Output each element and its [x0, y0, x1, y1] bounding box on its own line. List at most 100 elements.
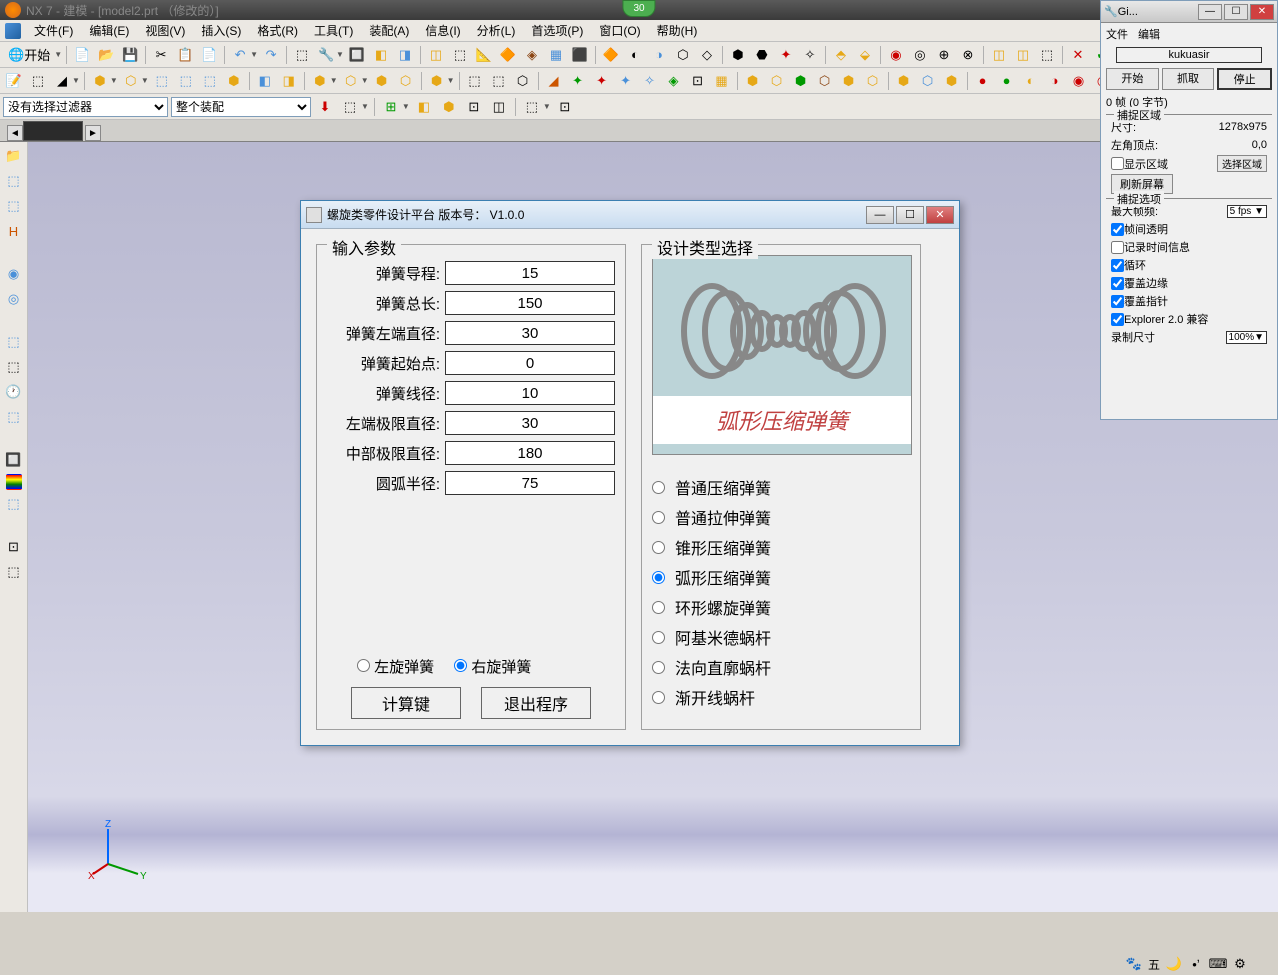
param-input-6[interactable]	[445, 441, 615, 465]
tb1-d[interactable]: ◧	[370, 44, 392, 66]
calc-button[interactable]: 计算键	[351, 687, 461, 719]
cap-opt3-check[interactable]	[1111, 259, 1124, 272]
cap-opt5-check[interactable]	[1111, 295, 1124, 308]
menu-prefs[interactable]: 首选项(P)	[531, 22, 583, 39]
tb2-c[interactable]: ⬡	[120, 70, 142, 92]
param-input-3[interactable]	[445, 351, 615, 375]
fb-c[interactable]: ⊞	[380, 96, 402, 118]
tb2-ad[interactable]: ⬢	[838, 70, 860, 92]
start-button[interactable]: 🌐 开始	[3, 44, 55, 66]
new-icon[interactable]: 📄	[71, 44, 93, 66]
type-radio-3[interactable]	[652, 571, 665, 584]
tb2-r[interactable]: ◢	[543, 70, 565, 92]
side-palette-icon[interactable]	[6, 474, 22, 490]
tb2-aa[interactable]: ⬡	[766, 70, 788, 92]
tb2-z[interactable]: ⬢	[742, 70, 764, 92]
tb1-e[interactable]: ◨	[394, 44, 416, 66]
right-spin-radio[interactable]: 右旋弹簧	[454, 656, 531, 677]
tb1-m[interactable]: 🔶	[600, 44, 622, 66]
menu-analysis[interactable]: 分析(L)	[477, 22, 516, 39]
assembly-select[interactable]: 整个装配	[171, 97, 311, 117]
param-input-2[interactable]	[445, 321, 615, 345]
status-paw-icon[interactable]: 🐾	[1126, 956, 1142, 972]
fb-b[interactable]: ⬚	[339, 96, 361, 118]
paste-icon[interactable]: 📄	[198, 44, 220, 66]
tab-item[interactable]	[23, 121, 83, 141]
tb2-ag[interactable]: ⬡	[917, 70, 939, 92]
side-b[interactable]: ⬚	[3, 195, 25, 217]
start-dropdown-icon[interactable]: ▼	[54, 50, 62, 59]
tb1-h[interactable]: 📐	[473, 44, 495, 66]
tab-next-icon[interactable]: ►	[85, 125, 101, 141]
tb2-ah[interactable]: ⬢	[941, 70, 963, 92]
tb2-n[interactable]: ⬢	[426, 70, 448, 92]
tb2-p[interactable]: ⬚	[488, 70, 510, 92]
cap-close-button[interactable]: ✕	[1250, 4, 1274, 20]
dialog-max-button[interactable]: ☐	[896, 206, 924, 224]
menu-view[interactable]: 视图(V)	[145, 22, 185, 39]
tb1-x[interactable]: ◉	[885, 44, 907, 66]
tb1-ad[interactable]: ⬚	[1036, 44, 1058, 66]
side-g[interactable]: ⬚	[3, 356, 25, 378]
tb2-a[interactable]: ⬚	[27, 70, 49, 92]
exit-button[interactable]: 退出程序	[481, 687, 591, 719]
cap-opt1-check[interactable]	[1111, 223, 1124, 236]
side-k[interactable]: ⬚	[3, 493, 25, 515]
tb2-sketch-icon[interactable]: 📝	[3, 70, 25, 92]
tb2-w[interactable]: ◈	[663, 70, 685, 92]
tb1-s[interactable]: ⬣	[751, 44, 773, 66]
tb2-ai[interactable]: ●	[972, 70, 994, 92]
cap-max-button[interactable]: ☐	[1224, 4, 1248, 20]
tb2-ac[interactable]: ⬡	[814, 70, 836, 92]
tb2-i[interactable]: ◨	[278, 70, 300, 92]
tb1-g[interactable]: ⬚	[449, 44, 471, 66]
tb1-ac[interactable]: ◫	[1012, 44, 1034, 66]
tb2-l[interactable]: ⬢	[371, 70, 393, 92]
cap-selectregion-button[interactable]: 选择区域	[1217, 155, 1267, 172]
tb2-am[interactable]: ◉	[1068, 70, 1090, 92]
dialog-min-button[interactable]: —	[866, 206, 894, 224]
tb2-t[interactable]: ✦	[591, 70, 613, 92]
type-radio-6[interactable]	[652, 661, 665, 674]
filter-select[interactable]: 没有选择过滤器	[3, 97, 168, 117]
tb2-j[interactable]: ⬢	[309, 70, 331, 92]
param-input-5[interactable]	[445, 411, 615, 435]
tb1-c[interactable]: 🔲	[346, 44, 368, 66]
tb2-af[interactable]: ⬢	[893, 70, 915, 92]
cap-stop-button[interactable]: 停止	[1217, 68, 1272, 90]
tb2-y[interactable]: ▦	[711, 70, 733, 92]
tb2-s[interactable]: ✦	[567, 70, 589, 92]
capture-titlebar[interactable]: 🔧 Gi... — ☐ ✕	[1101, 1, 1277, 23]
cap-showregion-check[interactable]	[1111, 157, 1124, 170]
tb1-l[interactable]: ⬛	[569, 44, 591, 66]
tb1-a[interactable]: ⬚	[291, 44, 313, 66]
param-input-0[interactable]	[445, 261, 615, 285]
type-radio-5[interactable]	[652, 631, 665, 644]
param-input-4[interactable]	[445, 381, 615, 405]
param-input-7[interactable]	[445, 471, 615, 495]
tb2-b[interactable]: ◢	[51, 70, 73, 92]
cap-menu-file[interactable]: 文件	[1106, 26, 1128, 42]
tb1-o[interactable]: ◑	[648, 44, 670, 66]
fb-e[interactable]: ⬢	[438, 96, 460, 118]
tab-prev-icon[interactable]: ◄	[7, 125, 23, 141]
tb2-m[interactable]: ⬡	[395, 70, 417, 92]
cap-grab-button[interactable]: 抓取	[1162, 68, 1215, 90]
side-i[interactable]: ⬚	[3, 406, 25, 428]
tb1-ae[interactable]: ✕	[1067, 44, 1089, 66]
side-e[interactable]: ◎	[3, 288, 25, 310]
tb1-ab[interactable]: ◫	[988, 44, 1010, 66]
tb2-x[interactable]: ⊡	[687, 70, 709, 92]
tb2-q[interactable]: ⬡	[512, 70, 534, 92]
tb2-ab[interactable]: ⬢	[790, 70, 812, 92]
tb2-al[interactable]: ◑	[1044, 70, 1066, 92]
status-gear-icon[interactable]: ⚙	[1232, 956, 1248, 972]
menu-info[interactable]: 信息(I)	[425, 22, 460, 39]
tb1-u[interactable]: ✧	[799, 44, 821, 66]
tb1-r[interactable]: ⬢	[727, 44, 749, 66]
tb1-z[interactable]: ⊕	[933, 44, 955, 66]
dialog-titlebar[interactable]: 螺旋类零件设计平台 版本号： V1.0.0 — ☐ ✕	[301, 201, 959, 229]
side-f[interactable]: ⬚	[3, 331, 25, 353]
tb2-k[interactable]: ⬡	[340, 70, 362, 92]
fb-i[interactable]: ⊡	[554, 96, 576, 118]
